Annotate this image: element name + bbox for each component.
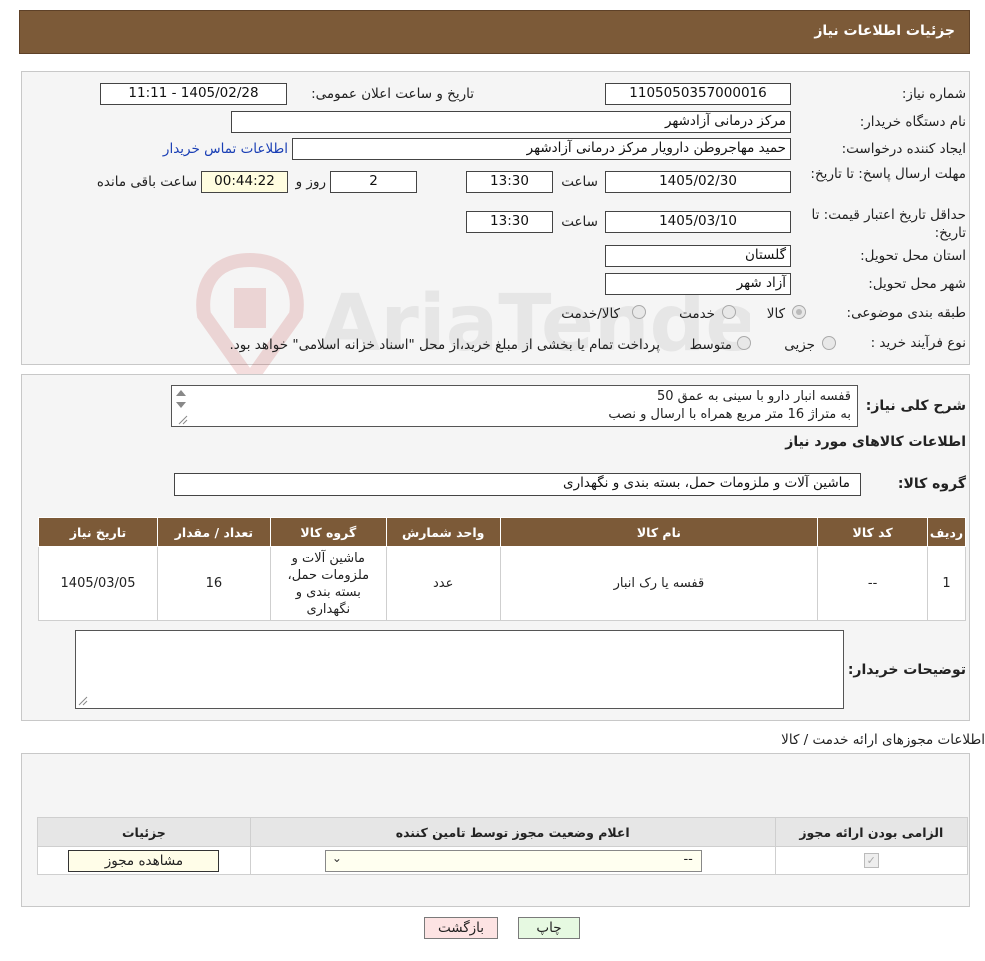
category-radio-both[interactable] bbox=[632, 305, 646, 319]
city-label: شهر محل تحویل: bbox=[868, 276, 966, 292]
cell-name: قفسه یا رک انبار bbox=[499, 546, 819, 621]
permits-title: اطلاعات مجوزهای ارائه خدمت / کالا bbox=[781, 732, 985, 748]
permits-table: الزامی بودن ارائه مجوز اعلام وضعیت مجوز … bbox=[37, 817, 969, 875]
col-header-details: جزئیات bbox=[37, 817, 251, 847]
select-value: -- bbox=[683, 851, 693, 867]
deadline-label: مهلت ارسال پاسخ: تا تاریخ: bbox=[810, 166, 966, 182]
category-label: طبقه بندی موضوعی: bbox=[846, 305, 966, 321]
goods-group-label: گروه کالا: bbox=[897, 476, 966, 492]
view-permit-button[interactable]: مشاهده مجوز bbox=[68, 849, 220, 872]
cell-code: -- bbox=[817, 546, 929, 621]
process-option-medium: متوسط bbox=[689, 337, 732, 353]
buyer-org-field: مرکز درمانی آزادشهر bbox=[231, 111, 791, 133]
col-header-row: ردیف bbox=[927, 517, 966, 547]
deadline-date-field: 1405/02/30 bbox=[605, 171, 791, 193]
buyer-contact-link[interactable]: اطلاعات تماس خریدار bbox=[150, 141, 288, 157]
validity-time-label: ساعت bbox=[561, 214, 598, 230]
page-header: جزئیات اطلاعات نیاز bbox=[19, 10, 970, 54]
table-row: ✓ ⌄ -- مشاهده مجوز bbox=[37, 846, 969, 875]
cell-details: مشاهده مجوز bbox=[37, 846, 251, 875]
validity-time-field: 13:30 bbox=[466, 211, 553, 233]
days-field: 2 bbox=[330, 171, 417, 193]
permits-table-header: الزامی بودن ارائه مجوز اعلام وضعیت مجوز … bbox=[37, 817, 969, 847]
goods-table: ردیف کد کالا نام کالا واحد شمارش گروه کا… bbox=[38, 517, 966, 621]
back-button[interactable]: بازگشت bbox=[424, 917, 498, 939]
cell-status: ⌄ -- bbox=[249, 846, 776, 875]
summary-scroll-arrows-icon[interactable] bbox=[173, 388, 189, 426]
page-title: جزئیات اطلاعات نیاز bbox=[814, 23, 955, 39]
category-radio-goods[interactable] bbox=[792, 305, 806, 319]
creator-label: ایجاد کننده درخواست: bbox=[841, 141, 966, 157]
col-header-date: تاریخ نیاز bbox=[38, 517, 158, 547]
resize-handle-icon[interactable] bbox=[78, 696, 88, 706]
process-radio-medium[interactable] bbox=[737, 336, 751, 350]
buyer-notes-textarea[interactable] bbox=[75, 630, 844, 709]
cell-date: 1405/03/05 bbox=[38, 546, 158, 621]
col-header-code: کد کالا bbox=[817, 517, 929, 547]
buyer-org-label: نام دستگاه خریدار: bbox=[859, 114, 966, 130]
province-label: استان محل تحویل: bbox=[860, 248, 966, 264]
table-row: 1 -- قفسه یا رک انبار عدد ماشین آلات و م… bbox=[38, 546, 966, 621]
col-header-status: اعلام وضعیت مجوز توسط تامین کننده bbox=[249, 817, 776, 847]
cell-qty: 16 bbox=[157, 546, 271, 621]
category-option-goods: کالا bbox=[766, 306, 785, 322]
remaining-time-field: 00:44:22 bbox=[201, 171, 288, 193]
buyer-notes-label: توضیحات خریدار: bbox=[847, 662, 966, 678]
cell-required: ✓ bbox=[774, 846, 969, 875]
validity-date-field: 1405/03/10 bbox=[605, 211, 791, 233]
chevron-down-icon: ⌄ bbox=[331, 850, 342, 865]
goods-info-title: اطلاعات کالاهای مورد نیاز bbox=[785, 434, 966, 450]
deadline-time-label: ساعت bbox=[561, 174, 598, 190]
col-header-qty: تعداد / مقدار bbox=[157, 517, 271, 547]
days-label: روز و bbox=[295, 174, 326, 190]
cell-row: 1 bbox=[927, 546, 966, 621]
process-note: پرداخت تمام یا بخشی از مبلغ خرید،از محل … bbox=[229, 337, 660, 353]
process-option-minor: جزیی bbox=[784, 337, 815, 353]
permits-table-wrapper: الزامی بودن ارائه مجوز اعلام وضعیت مجوز … bbox=[37, 817, 969, 877]
goods-table-wrapper: ردیف کد کالا نام کالا واحد شمارش گروه کا… bbox=[38, 517, 966, 623]
print-button[interactable]: چاپ bbox=[518, 917, 580, 939]
creator-field: حمید مهاجروطن دارویار مرکز درمانی آزادشه… bbox=[292, 138, 791, 160]
deadline-time-field: 13:30 bbox=[466, 171, 553, 193]
category-option-both: کالا/خدمت bbox=[561, 306, 620, 322]
remaining-label: ساعت باقی مانده bbox=[96, 174, 197, 190]
col-header-required: الزامی بودن ارائه مجوز bbox=[774, 817, 969, 847]
summary-line-2: به متراژ 16 متر مربع همراه با ارسال و نص… bbox=[608, 407, 851, 422]
summary-textarea[interactable]: قفسه انبار دارو با سینی به عمق 50 به متر… bbox=[171, 385, 858, 427]
col-header-group: گروه کالا bbox=[269, 517, 387, 547]
goods-group-field: ماشین آلات و ملزومات حمل، بسته بندی و نگ… bbox=[174, 473, 861, 496]
col-header-name: نام کالا bbox=[499, 517, 819, 547]
category-option-service: خدمت bbox=[679, 306, 715, 322]
process-radio-minor[interactable] bbox=[822, 336, 836, 350]
announce-field: 1405/02/28 - 11:11 bbox=[100, 83, 287, 105]
need-number-field: 1105050357000016 bbox=[605, 83, 791, 105]
category-radio-service[interactable] bbox=[722, 305, 736, 319]
required-checkbox[interactable]: ✓ bbox=[863, 853, 879, 868]
cell-unit: عدد bbox=[385, 546, 501, 621]
cell-group: ماشین آلات و ملزومات حمل، بسته بندی و نگ… bbox=[269, 546, 387, 621]
goods-table-header: ردیف کد کالا نام کالا واحد شمارش گروه کا… bbox=[38, 517, 966, 547]
province-field: گلستان bbox=[605, 245, 791, 267]
permit-status-select[interactable]: ⌄ -- bbox=[324, 849, 702, 872]
announce-label: تاریخ و ساعت اعلان عمومی: bbox=[311, 86, 474, 102]
need-number-label: شماره نیاز: bbox=[901, 86, 966, 102]
col-header-unit: واحد شمارش bbox=[385, 517, 501, 547]
validity-label: حداقل تاریخ اعتبار قیمت: تا تاریخ: bbox=[811, 207, 966, 241]
summary-line-1: قفسه انبار دارو با سینی به عمق 50 bbox=[656, 389, 851, 404]
city-field: آزاد شهر bbox=[605, 273, 791, 295]
summary-label: شرح کلی نیاز: bbox=[865, 398, 966, 414]
